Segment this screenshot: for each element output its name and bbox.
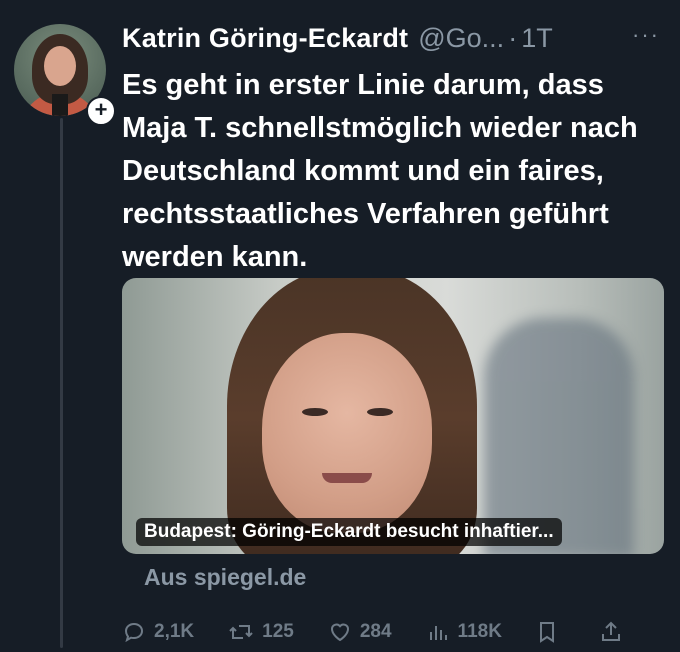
- card-photo-eye: [302, 408, 328, 416]
- author-handle[interactable]: @Go...: [418, 23, 504, 54]
- card-photo-eye: [367, 408, 393, 416]
- heart-icon: [330, 623, 349, 642]
- repost-button[interactable]: 125: [228, 620, 294, 644]
- follow-plus-icon[interactable]: +: [86, 96, 116, 126]
- card-photo-face: [262, 333, 432, 533]
- views-count: 118K: [457, 621, 502, 642]
- share-icon: [601, 621, 620, 641]
- reply-icon: [124, 622, 144, 643]
- card-source[interactable]: Aus spiegel.de: [144, 564, 306, 591]
- author-name[interactable]: Katrin Göring-Eckardt: [122, 23, 408, 54]
- like-button[interactable]: 284: [328, 620, 392, 644]
- separator-dot: ·: [508, 22, 518, 53]
- tweet-header: Katrin Göring-Eckardt @Go... · 1T ···: [122, 18, 660, 58]
- tweet-text: Es geht in erster Linie darum, dass Maja…: [122, 69, 638, 273]
- views-button[interactable]: 118K: [426, 620, 502, 644]
- avatar-face: [44, 46, 76, 86]
- action-bar: 2,1K 125 284 118K: [122, 612, 667, 652]
- card-title[interactable]: Budapest: Göring-Eckardt besucht inhafti…: [136, 518, 562, 546]
- reply-button[interactable]: 2,1K: [122, 620, 194, 644]
- like-count: 284: [359, 621, 392, 642]
- timestamp[interactable]: 1T: [521, 23, 553, 54]
- share-button[interactable]: [600, 620, 630, 644]
- repost-icon: [229, 625, 253, 639]
- more-options-icon[interactable]: ···: [632, 22, 660, 48]
- card-photo-mouth: [322, 473, 372, 483]
- avatar-shirt: [52, 94, 68, 116]
- repost-count: 125: [262, 621, 294, 642]
- thread-line: [60, 118, 63, 648]
- bookmark-button[interactable]: [536, 620, 566, 644]
- views-chart-icon: [429, 626, 447, 640]
- reply-count: 2,1K: [154, 621, 195, 642]
- link-card[interactable]: Budapest: Göring-Eckardt besucht inhafti…: [122, 278, 664, 554]
- bookmark-icon: [539, 622, 554, 643]
